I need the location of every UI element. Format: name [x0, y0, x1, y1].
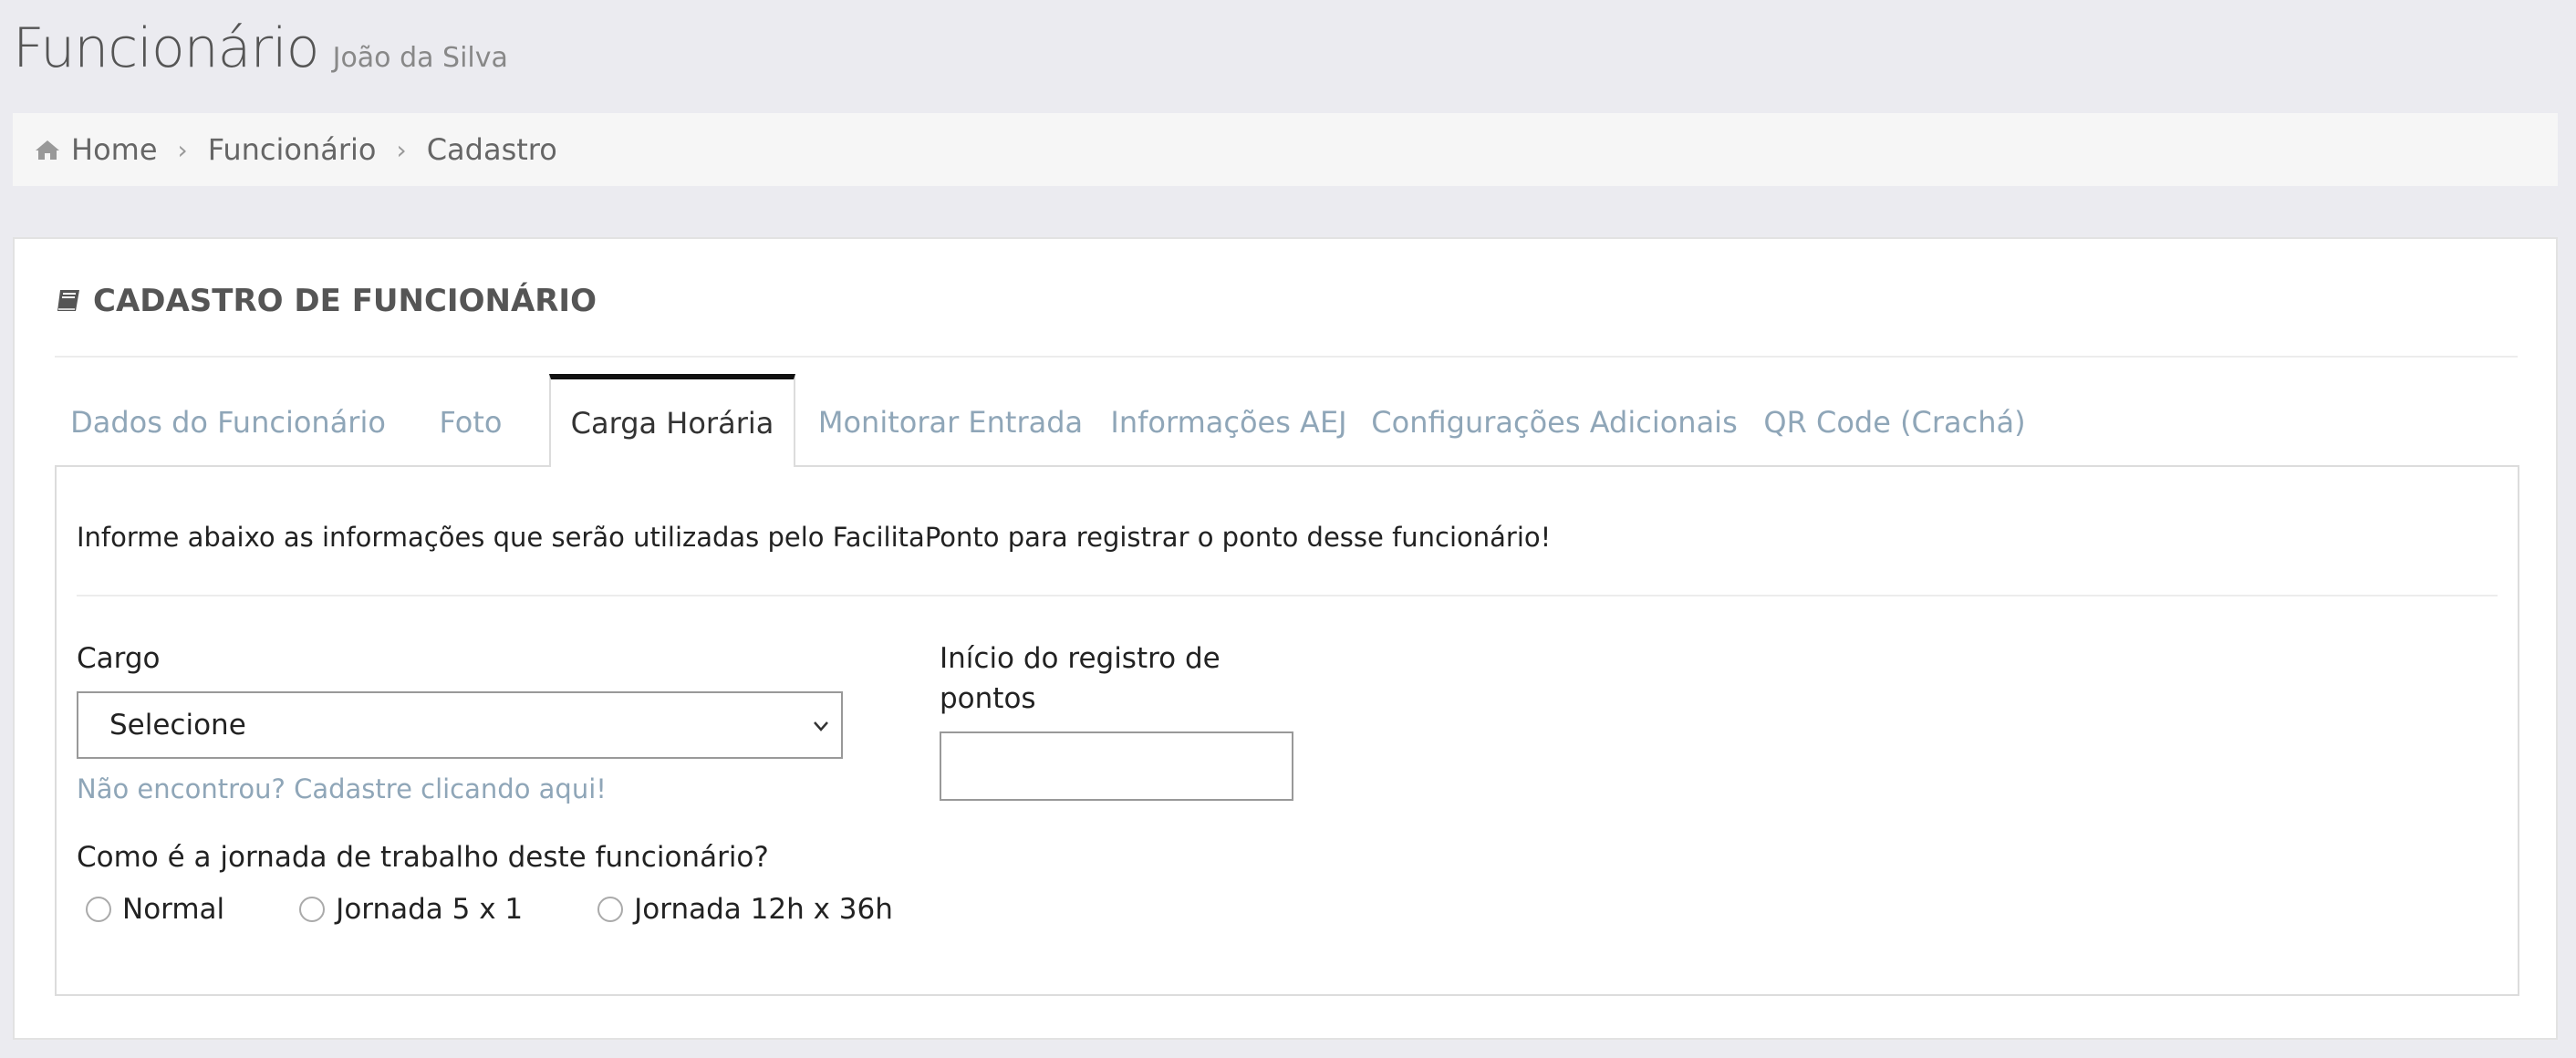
panel-heading: CADASTRO DE FUNCIONÁRIO — [55, 283, 597, 319]
tab-informacoes-aej[interactable]: Informações AEJ — [1110, 378, 1346, 467]
jornada-question: Como é a jornada de trabalho deste funci… — [77, 841, 769, 874]
page-header: Funcionário João da Silva — [13, 16, 508, 80]
inicio-registro-label: Início do registro de pontos — [940, 638, 1250, 719]
breadcrumb-separator-icon: › — [396, 134, 407, 165]
jornada-radio-group: Normal Jornada 5 x 1 Jornada 12h x 36h — [86, 887, 893, 932]
info-text: Informe abaixo as informações que serão … — [77, 522, 1552, 553]
content-divider — [77, 595, 2498, 596]
breadcrumb-funcionario[interactable]: Funcionário — [208, 132, 377, 167]
cadastrar-cargo-link[interactable]: Não encontrou? Cadastre clicando aqui! — [77, 773, 607, 804]
tab-content-carga-horaria: Informe abaixo as informações que serão … — [55, 465, 2519, 996]
page-title: Funcionário — [13, 16, 319, 80]
home-icon[interactable] — [35, 139, 60, 161]
main-panel: CADASTRO DE FUNCIONÁRIO Dados do Funcion… — [13, 237, 2558, 1040]
tab-foto[interactable]: Foto — [425, 378, 516, 467]
tab-carga-horaria[interactable]: Carga Horária — [549, 374, 795, 467]
breadcrumb-separator-icon: › — [177, 134, 188, 165]
cargo-label: Cargo — [77, 642, 161, 675]
tab-configuracoes-adicionais[interactable]: Configurações Adicionais — [1371, 378, 1737, 467]
radio-normal-label: Normal — [122, 893, 225, 926]
radio-button[interactable] — [597, 897, 624, 922]
breadcrumb: Home › Funcionário › Cadastro — [13, 113, 2558, 186]
cargo-select[interactable]: Selecione — [77, 691, 843, 759]
panel-heading-text: CADASTRO DE FUNCIONÁRIO — [93, 283, 597, 319]
inicio-registro-label-line2: pontos — [940, 682, 1036, 715]
radio-jornada-12x36[interactable]: Jornada 12h x 36h — [597, 893, 893, 926]
radio-normal[interactable]: Normal — [86, 893, 224, 926]
tab-dados-funcionario[interactable]: Dados do Funcionário — [55, 378, 401, 467]
tab-bar: Dados do Funcionário Foto Carga Horária … — [55, 374, 2519, 467]
radio-button[interactable] — [86, 897, 111, 922]
inicio-registro-input[interactable] — [940, 731, 1293, 801]
tab-qr-code[interactable]: QR Code (Crachá) — [1762, 378, 2027, 467]
radio-jornada-5x1[interactable]: Jornada 5 x 1 — [299, 893, 523, 926]
page-subtitle: João da Silva — [332, 42, 508, 74]
cargo-select-value: Selecione — [109, 709, 246, 742]
inicio-registro-label-line1: Início do registro de — [940, 642, 1220, 675]
tab-monitorar-entrada[interactable]: Monitorar Entrada — [814, 378, 1087, 467]
book-icon — [55, 287, 82, 315]
radio-jornada-12x36-label: Jornada 12h x 36h — [634, 893, 893, 926]
radio-jornada-5x1-label: Jornada 5 x 1 — [336, 893, 524, 926]
breadcrumb-home[interactable]: Home — [71, 132, 158, 167]
panel-divider — [55, 356, 2518, 358]
breadcrumb-cadastro: Cadastro — [426, 132, 557, 167]
radio-button[interactable] — [299, 897, 326, 922]
chevron-down-icon — [810, 715, 832, 737]
